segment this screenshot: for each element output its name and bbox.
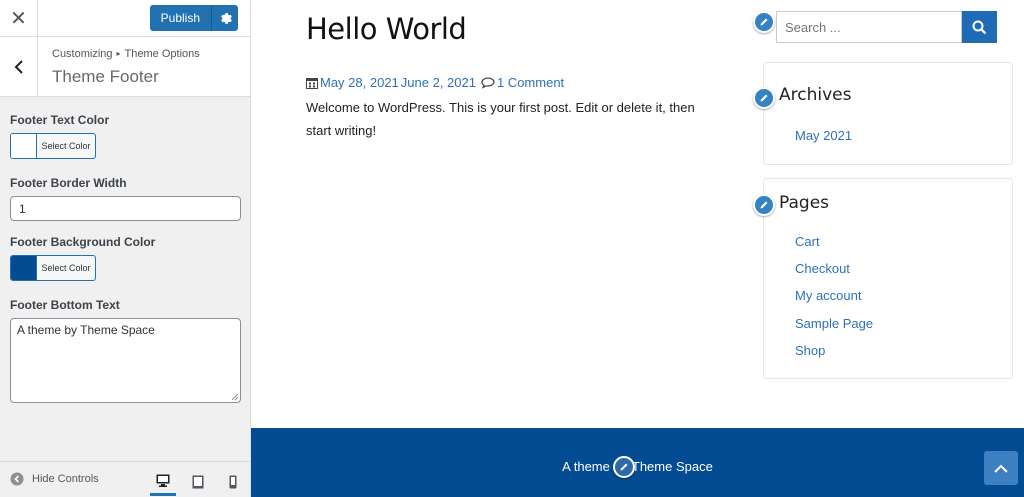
desktop-icon [156,474,170,487]
pencil-icon [760,201,768,209]
footer-text-before: A theme [562,459,610,474]
color-swatch [11,256,37,280]
gear-icon [220,12,232,24]
post-meta: May 28, 2021 June 2, 2021 1 Comment [306,75,564,90]
close-icon: ✕ [10,7,27,30]
archives-title: Archives [779,85,852,105]
mobile-icon [229,475,237,489]
hide-controls-button[interactable]: Hide Controls [10,472,99,486]
page-link-shop[interactable]: Shop [795,343,825,358]
pencil-icon [760,18,768,26]
edit-pages-widget-button[interactable] [753,194,775,216]
footer-bottom-text-field[interactable]: A theme by Theme Space [10,318,241,403]
breadcrumb-item: Theme Options [124,48,200,60]
footer-text-color-label: Footer Text Color [10,113,110,127]
chevron-left-icon [14,59,23,74]
page-link-my-account[interactable]: My account [795,288,861,303]
post-date-link[interactable]: May 28, 2021 [320,75,399,90]
search-input[interactable] [776,11,962,43]
customizer-sidebar: ✕ Publish Customizing ▸ Theme Options Them… [0,0,251,497]
resize-handle-icon[interactable] [231,393,239,401]
collapse-icon [10,472,24,486]
color-swatch [11,134,37,158]
preview-tablet-button[interactable] [185,468,211,496]
comment-icon [481,76,495,89]
section-title: Theme Footer [52,67,159,86]
edit-search-widget-button[interactable] [753,11,775,33]
pencil-icon [620,463,628,471]
publish-group: Publish [149,5,238,31]
preview-desktop-button[interactable] [150,468,176,496]
site-footer: A theme Theme Space [251,428,1024,497]
customizer-header: ✕ Publish [0,0,250,37]
breadcrumb-item: Customizing [52,48,113,60]
page-link-checkout[interactable]: Checkout [795,261,850,276]
archives-widget: Archives May 2021 [763,62,1013,165]
publish-button[interactable]: Publish [149,5,212,31]
footer-background-color-label: Footer Background Color [10,235,156,249]
select-color-label: Select Color [41,141,91,151]
hide-controls-label: Hide Controls [32,473,99,485]
search-icon [972,20,987,34]
calendar-icon [306,77,318,89]
footer-text-color-picker[interactable]: Select Color [10,133,96,159]
edit-archives-widget-button[interactable] [753,87,775,109]
breadcrumb: Customizing ▸ Theme Options [52,48,200,60]
footer-background-color-picker[interactable]: Select Color [10,255,96,281]
section-header: Customizing ▸ Theme Options Theme Footer [0,37,250,97]
close-customizer-button[interactable]: ✕ [0,0,38,36]
footer-border-width-input[interactable] [10,196,241,221]
edit-footer-text-button[interactable] [613,456,635,478]
customizer-footer: Hide Controls [0,461,250,497]
select-color-label: Select Color [41,263,91,273]
post-title[interactable]: Hello World [306,12,467,46]
footer-text-after: Theme Space [631,459,713,474]
site-preview: Hello World May 28, 2021 June 2, 2021 1 C… [251,0,1024,497]
page-link-cart[interactable]: Cart [795,234,820,249]
footer-bottom-text-label: Footer Bottom Text [10,298,120,312]
archive-link[interactable]: May 2021 [795,128,852,143]
post-updated-link[interactable]: June 2, 2021 [401,75,476,90]
scroll-to-top-button[interactable] [984,451,1018,485]
page-link-sample-page[interactable]: Sample Page [795,316,873,331]
search-button[interactable] [962,11,997,43]
breadcrumb-separator-icon: ▸ [116,49,121,58]
pencil-icon [760,94,768,102]
footer-border-width-label: Footer Border Width [10,176,127,190]
back-button[interactable] [0,37,38,96]
chevron-up-icon [994,464,1008,473]
post-comments-link[interactable]: 1 Comment [497,75,564,90]
post-excerpt: Welcome to WordPress. This is your first… [306,100,695,138]
footer-bottom-text: A theme Theme Space [251,459,1024,474]
publish-settings-button[interactable] [212,5,238,31]
tablet-icon [192,475,204,489]
preview-mobile-button[interactable] [220,468,246,496]
pages-title: Pages [779,193,830,213]
pages-widget: Pages Cart Checkout My account Sample Pa… [763,178,1013,379]
